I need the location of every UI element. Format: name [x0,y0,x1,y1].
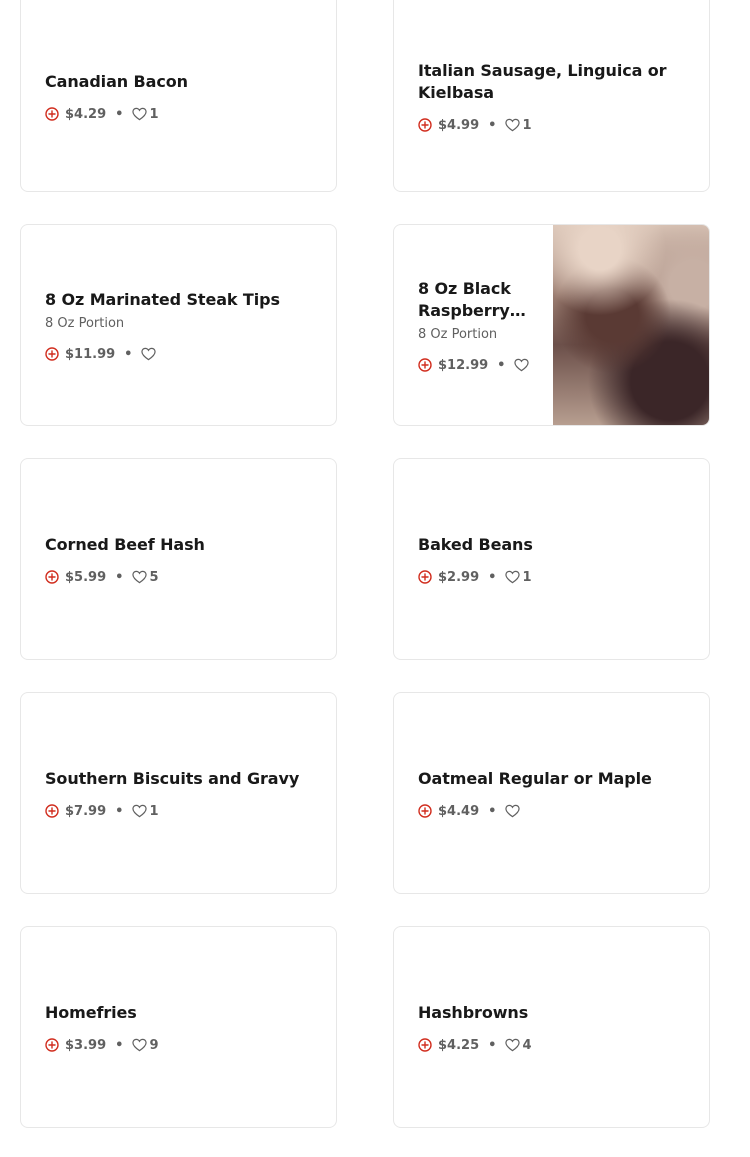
add-to-cart-icon[interactable] [45,1038,59,1052]
heart-icon[interactable] [132,570,148,584]
item-name: Italian Sausage, Linguica or Kielbasa [418,60,667,102]
heart-icon[interactable] [505,804,521,818]
item-meta: $5.99 • 5 [45,570,312,585]
item-meta: $11.99 • [45,347,312,362]
separator-dot: • [488,803,497,819]
item-meta: $3.99 • 9 [45,1038,312,1053]
add-to-cart-icon[interactable] [418,118,432,132]
add-to-cart-icon[interactable] [418,804,432,818]
item-price: $5.99 [65,569,107,585]
heart-icon[interactable] [505,570,521,584]
like-count: 5 [149,569,159,585]
heart-icon[interactable] [132,107,148,121]
separator-dot: • [497,357,506,373]
separator-dot: • [115,106,124,122]
add-to-cart-icon[interactable] [418,1038,432,1052]
like-count: 4 [522,1037,532,1053]
item-description: 8 Oz Portion [45,315,125,331]
item-name: Baked Beans [418,534,533,554]
item-price: $4.25 [438,1037,480,1053]
item-price: $12.99 [438,357,489,373]
add-to-cart-icon[interactable] [45,570,59,584]
menu-item-card[interactable]: Oatmeal Regular or Maple $4.49 • [393,692,710,894]
menu-item-card[interactable]: Homefries $3.99 • 9 [20,926,337,1128]
separator-dot: • [115,1037,124,1053]
menu-item-card[interactable]: Southern Biscuits and Gravy $7.99 • 1 [20,692,337,894]
separator-dot: • [488,569,497,585]
item-meta: $12.99 • [418,357,530,373]
heart-icon[interactable] [141,347,157,361]
heart-icon[interactable] [132,804,148,818]
item-photo [553,225,709,425]
item-meta: $4.25 • 4 [418,1038,685,1053]
like-count: 1 [149,803,159,819]
item-meta: $2.99 • 1 [418,570,685,585]
separator-dot: • [488,117,497,133]
item-name: 8 Oz Marinated Steak Tips [45,289,280,309]
item-description: 8 Oz Portion [418,326,498,342]
heart-icon[interactable] [514,358,530,372]
separator-dot: • [124,346,133,362]
add-to-cart-icon[interactable] [45,804,59,818]
like-count: 9 [149,1037,159,1053]
item-price: $4.99 [438,117,480,133]
item-price: $2.99 [438,569,480,585]
item-name: Southern Biscuits and Gravy [45,768,300,788]
menu-item-card[interactable]: Hashbrowns $4.25 • 4 [393,926,710,1128]
add-to-cart-icon[interactable] [45,107,59,121]
menu-item-card[interactable]: Canadian Bacon $4.29 • 1 [20,0,337,192]
menu-item-card[interactable]: Baked Beans $2.99 • 1 [393,458,710,660]
separator-dot: • [115,569,124,585]
item-price: $4.49 [438,803,480,819]
item-meta: $4.49 • [418,804,685,819]
heart-icon[interactable] [505,118,521,132]
item-price: $3.99 [65,1037,107,1053]
menu-item-card[interactable]: 8 Oz Marinated Steak Tips 8 Oz Portion $… [20,224,337,426]
like-count: 1 [149,106,159,122]
add-to-cart-icon[interactable] [45,347,59,361]
item-price: $7.99 [65,803,107,819]
item-meta: $4.29 • 1 [45,107,312,122]
item-price: $4.29 [65,106,107,122]
menu-item-card[interactable]: Corned Beef Hash $5.99 • 5 [20,458,337,660]
like-count: 1 [522,569,532,585]
item-price: $11.99 [65,346,116,362]
item-meta: $7.99 • 1 [45,804,312,819]
menu-item-card[interactable]: Italian Sausage, Linguica or Kielbasa $4… [393,0,710,192]
like-count: 1 [522,117,532,133]
item-name: Canadian Bacon [45,71,188,91]
add-to-cart-icon[interactable] [418,358,432,372]
menu-item-card[interactable]: 8 Oz Black Raspberry… 8 Oz Portion $12.9… [393,224,710,426]
separator-dot: • [488,1037,497,1053]
item-name: Corned Beef Hash [45,534,205,554]
item-name: Oatmeal Regular or Maple [418,768,652,788]
heart-icon[interactable] [132,1038,148,1052]
item-name: 8 Oz Black Raspberry… [418,278,526,320]
item-meta: $4.99 • 1 [418,118,685,133]
separator-dot: • [115,803,124,819]
heart-icon[interactable] [505,1038,521,1052]
item-name: Hashbrowns [418,1002,529,1022]
add-to-cart-icon[interactable] [418,570,432,584]
item-name: Homefries [45,1002,137,1022]
